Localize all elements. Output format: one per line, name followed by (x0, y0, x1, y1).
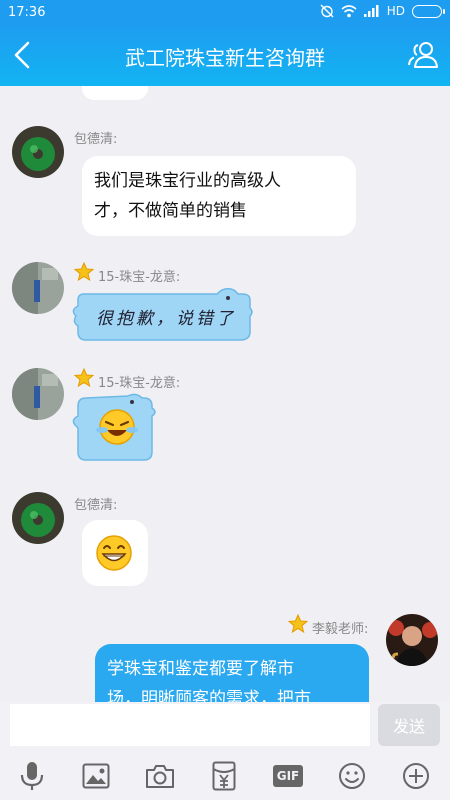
sender-name: 包德清: (74, 132, 118, 147)
network-type: HD (386, 4, 405, 18)
jade-avatar-image (12, 126, 64, 178)
star-badge-icon (74, 368, 94, 388)
message-input[interactable] (10, 704, 370, 746)
sender-name: 15-珠宝-龙意: (98, 376, 181, 391)
group-members-icon (408, 42, 438, 68)
message-text-line: 才，不做简单的销售 (94, 201, 247, 221)
message-bubble-partial (82, 86, 148, 100)
gif-label: GIF (276, 769, 300, 783)
grinning-emoji-icon (96, 535, 132, 571)
status-time: 17:36 (8, 5, 46, 20)
emoji-button[interactable] (336, 760, 368, 792)
input-toolbar: GIF (0, 752, 450, 800)
plus-icon (403, 763, 429, 789)
image-icon (82, 763, 110, 789)
wifi-icon (341, 4, 357, 17)
photo-avatar-image (12, 262, 64, 314)
composer: 发送 (0, 702, 450, 752)
chat-message-list[interactable]: 包德清: 我们是珠宝行业的高级人 才，不做简单的销售 15-珠宝-龙意: 很抱歉… (0, 86, 450, 702)
send-button[interactable]: 发送 (378, 704, 440, 746)
crying-laughing-emoji-icon (96, 409, 138, 445)
camera-button[interactable] (144, 760, 176, 792)
sender-name: 李毅老师: (312, 622, 369, 637)
avatar-liyi-teacher[interactable] (386, 614, 438, 666)
avatar-baodeqing[interactable] (12, 126, 64, 178)
star-badge-icon (288, 614, 308, 634)
message-text-line: 学珠宝和鉴定都要了解市 (107, 659, 294, 679)
camera-icon (146, 765, 174, 788)
battery-icon (412, 4, 445, 18)
emoji-icon (339, 763, 365, 789)
page-title: 武工院珠宝新生咨询群 (125, 46, 325, 70)
message-text-line: 场，明晰顾客的需求，把市 (107, 689, 311, 702)
photo-avatar-image (12, 368, 64, 420)
status-indicators: HD (320, 4, 445, 18)
gif-icon: GIF (273, 765, 303, 787)
portrait-avatar-image (386, 614, 438, 666)
image-button[interactable] (80, 760, 112, 792)
microphone-icon (20, 762, 44, 790)
avatar-longyi[interactable] (12, 368, 64, 420)
sticker-text: 很抱歉，说错了 (96, 309, 236, 329)
message-bubble-self[interactable]: 学珠宝和鉴定都要了解市 场，明晰顾客的需求，把市 (95, 644, 369, 702)
voice-button[interactable] (16, 760, 48, 792)
avatar-longyi[interactable] (12, 262, 64, 314)
status-bar: 17:36 HD (0, 0, 450, 26)
alarm-off-icon (320, 4, 334, 18)
chat-header: 武工院珠宝新生咨询群 (0, 26, 450, 86)
sender-name: 包德清: (74, 498, 118, 513)
group-members-button[interactable] (406, 38, 440, 72)
more-button[interactable] (400, 760, 432, 792)
sender-name: 15-珠宝-龙意: (98, 270, 181, 285)
red-packet-button[interactable] (208, 760, 240, 792)
message-bubble[interactable]: 我们是珠宝行业的高级人 才，不做简单的销售 (82, 156, 356, 236)
jade-avatar-image (12, 492, 64, 544)
gif-button[interactable]: GIF (272, 760, 304, 792)
red-packet-icon (212, 761, 236, 791)
message-text-line: 我们是珠宝行业的高级人 (94, 171, 281, 191)
signal-icon (363, 5, 379, 17)
avatar-baodeqing[interactable] (12, 492, 64, 544)
star-badge-icon (74, 262, 94, 282)
